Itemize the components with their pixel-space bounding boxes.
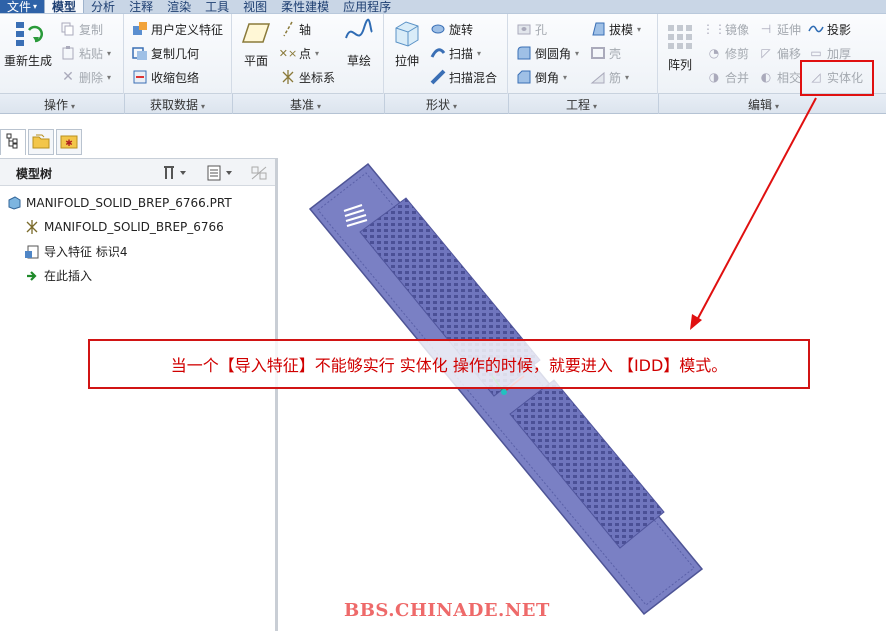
annotation-arrow bbox=[690, 97, 817, 330]
creo-window: 文件 ▾ 模型 分析 注释 渲染 工具 视图 柔性建模 应用程序 重新生成 复制… bbox=[0, 0, 886, 631]
watermark-text: BBS.CHINADE.NET bbox=[344, 600, 550, 621]
callout-text: 当一个【导入特征】不能够实行 实体化 操作的时候，就要进入 【IDD】模式。 bbox=[170, 356, 728, 375]
callout-box: 当一个【导入特征】不能够实行 实体化 操作的时候，就要进入 【IDD】模式。 bbox=[88, 339, 810, 389]
